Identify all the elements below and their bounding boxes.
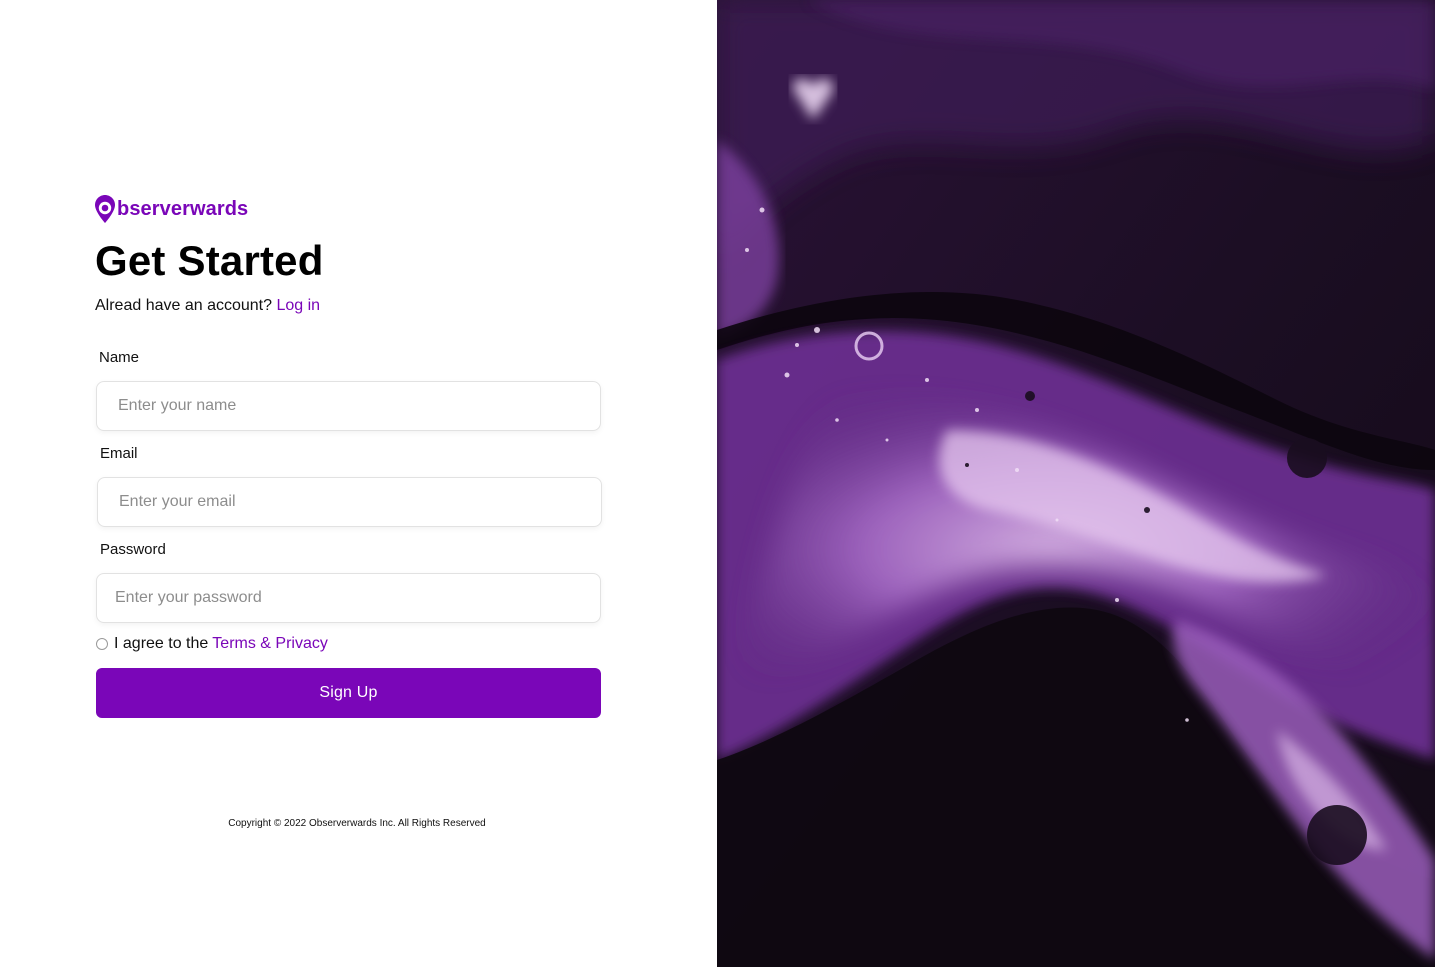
sign-up-button[interactable]: Sign Up xyxy=(96,668,601,718)
email-label: Email xyxy=(100,445,138,462)
hero-image xyxy=(717,0,1435,967)
login-prompt-text: Alread have an account? xyxy=(95,297,273,314)
name-input[interactable] xyxy=(96,381,601,431)
abstract-purple-fluid-art xyxy=(717,0,1435,967)
login-link[interactable]: Log in xyxy=(276,297,320,314)
copyright-text: Copyright © 2022 Observerwards Inc. All … xyxy=(228,818,486,829)
brand-name: bserverwards xyxy=(117,198,249,220)
terms-prefix: I agree to the xyxy=(114,635,209,652)
signup-page: bserverwards Get Started Alread have an … xyxy=(0,0,1435,967)
terms-agreement: I agree to the Terms & Privacy xyxy=(96,634,328,654)
page-title: Get Started xyxy=(95,237,324,284)
terms-link[interactable]: Terms & Privacy xyxy=(212,635,328,653)
brand-logo[interactable]: bserverwards xyxy=(95,195,248,223)
email-input[interactable] xyxy=(97,477,602,527)
name-label: Name xyxy=(99,349,140,366)
password-input[interactable] xyxy=(96,573,601,623)
login-prompt: Alread have an account? Log in xyxy=(95,296,320,316)
map-pin-icon xyxy=(95,195,115,223)
terms-radio[interactable] xyxy=(96,638,108,650)
signup-panel: bserverwards Get Started Alread have an … xyxy=(0,0,717,967)
password-label: Password xyxy=(100,541,166,558)
